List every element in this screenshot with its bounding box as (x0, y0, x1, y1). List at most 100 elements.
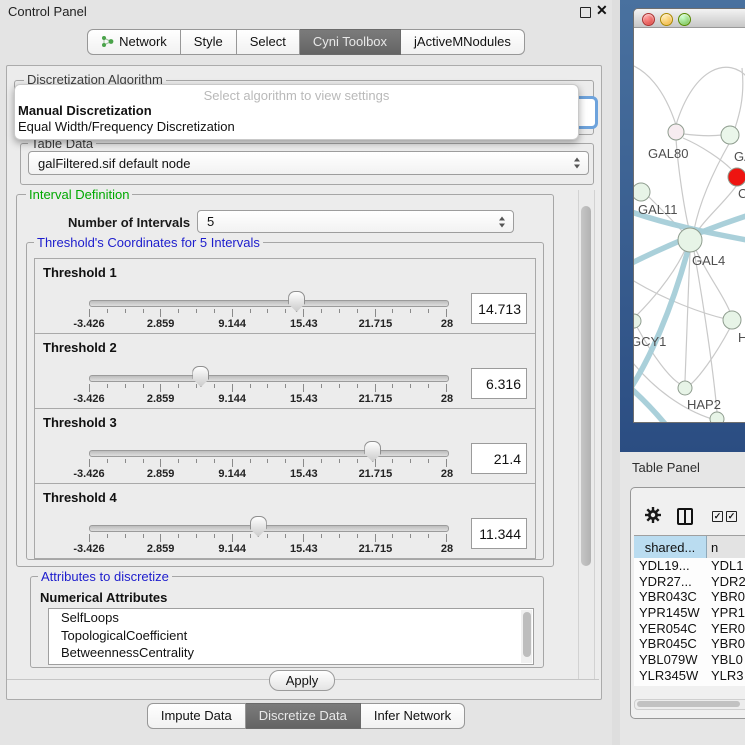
close-traffic-light-icon[interactable] (642, 13, 655, 26)
tab-label: Network (119, 34, 167, 49)
threshold-row-2: Threshold 2-3.4262.8599.14415.4321.71528 (34, 333, 536, 409)
float-window-icon[interactable] (580, 7, 591, 18)
threshold-value-field[interactable] (471, 443, 527, 474)
cell-name[interactable]: YLR3 (711, 668, 745, 684)
tab-jactivemnodules[interactable]: jActiveMNodules (401, 29, 525, 55)
attribute-item-selfloops[interactable]: SelfLoops (49, 609, 533, 627)
network-node-selected-red[interactable] (728, 168, 745, 186)
network-edge[interactable] (676, 67, 745, 125)
popup-option-manual-discretization[interactable]: Manual Discretization (18, 103, 152, 118)
table-row[interactable]: YPR145WYPR1 (634, 605, 745, 621)
close-icon[interactable]: ✕ (596, 2, 608, 19)
threshold-value-field[interactable] (471, 518, 527, 549)
tab-impute-data[interactable]: Impute Data (147, 703, 246, 729)
network-edge[interactable] (694, 142, 730, 230)
table-row[interactable]: YDR27...YDR2 (634, 574, 745, 590)
attribute-item-betweennesscentrality[interactable]: BetweennessCentrality (49, 644, 533, 662)
slider-track[interactable] (89, 450, 449, 457)
network-node-gal4[interactable] (678, 228, 702, 252)
tab-discretize-data[interactable]: Discretize Data (246, 703, 361, 729)
tick-label: 28 (441, 543, 453, 555)
table-hscrollbar-track[interactable] (634, 699, 745, 710)
network-edge-highlighted[interactable] (634, 250, 688, 392)
threshold-value-field[interactable] (471, 368, 527, 399)
network-canvas[interactable]: GAL80GACGAL11GAL4GCY1HHAP2 (634, 28, 745, 423)
tab-network[interactable]: Network (87, 29, 181, 55)
zoom-traffic-light-icon[interactable] (678, 13, 691, 26)
cell-name[interactable]: YBL0 (711, 652, 745, 668)
minimize-traffic-light-icon[interactable] (660, 13, 673, 26)
gear-icon[interactable] (644, 506, 662, 524)
tick-label: 2.859 (147, 543, 175, 555)
cell-shared-name[interactable]: YBL079W (634, 652, 711, 668)
cell-shared-name[interactable]: YER054C (634, 621, 711, 637)
attributes-scrollbar-track[interactable] (521, 610, 532, 663)
column-header-name[interactable]: n (707, 536, 745, 558)
table-row[interactable]: YER054CYER0 (634, 621, 745, 637)
table-row[interactable]: YLR345WYLR3 (634, 668, 745, 684)
attribute-item-topologicalcoefficient[interactable]: TopologicalCoefficient (49, 627, 533, 645)
table-data-combobox[interactable]: galFiltered.sif default node (28, 151, 589, 175)
interval-definition-group-title: Interval Definition (26, 187, 132, 202)
slider-track[interactable] (89, 375, 449, 382)
table-row[interactable]: YIL052CYIL0 (634, 684, 745, 687)
tick-label: -3.426 (73, 393, 104, 405)
tick-label: 21.715 (359, 393, 393, 405)
checkbox-icon-1[interactable]: ✓ (712, 511, 723, 522)
cell-shared-name[interactable]: YBR043C (634, 589, 711, 605)
threshold-value-field[interactable] (471, 293, 527, 324)
network-node-bottom-node[interactable] (710, 412, 724, 423)
tab-infer-network[interactable]: Infer Network (361, 703, 465, 729)
cell-shared-name[interactable]: YPR145W (634, 605, 711, 621)
tab-cyni-toolbox[interactable]: Cyni Toolbox (300, 29, 401, 55)
tab-select[interactable]: Select (237, 29, 300, 55)
cell-name[interactable]: YDR2 (711, 574, 745, 590)
cell-shared-name[interactable]: YDL19... (634, 558, 711, 574)
apply-button[interactable]: Apply (269, 670, 335, 691)
main-scrollbar-thumb[interactable] (581, 206, 591, 566)
column-header-shared-name[interactable]: shared... (634, 536, 707, 558)
table-row[interactable]: YBR043CYBR0 (634, 589, 745, 605)
popup-option-equal-width-frequency[interactable]: Equal Width/Frequency Discretization (18, 119, 235, 134)
tick-label: 2.859 (147, 393, 175, 405)
number-of-intervals-combobox[interactable]: 5 (197, 210, 514, 233)
network-edge[interactable] (694, 251, 717, 412)
cell-shared-name[interactable]: YLR345W (634, 668, 711, 684)
cell-name[interactable]: YIL0 (711, 684, 745, 687)
network-edge[interactable] (685, 252, 690, 381)
slider-ticks (89, 459, 447, 467)
network-view-window[interactable]: GAL80GACGAL11GAL4GCY1HHAP2 (633, 8, 745, 423)
table-row[interactable]: YBL079WYBL0 (634, 652, 745, 668)
cell-shared-name[interactable]: YDR27... (634, 574, 711, 590)
cell-shared-name[interactable]: YIL052C (634, 684, 711, 687)
attributes-scrollbar-thumb[interactable] (523, 612, 531, 657)
tab-style[interactable]: Style (181, 29, 237, 55)
main-scrollbar-track[interactable] (578, 190, 595, 679)
table-row[interactable]: YDL19...YDL1 (634, 558, 745, 574)
table-hscrollbar-thumb[interactable] (637, 701, 740, 707)
slider-track[interactable] (89, 300, 449, 307)
network-edge[interactable] (684, 134, 722, 136)
numerical-attributes-list[interactable]: SelfLoopsTopologicalCoefficientBetweenne… (48, 608, 534, 665)
checkbox-icon-2[interactable]: ✓ (726, 511, 737, 522)
cell-name[interactable]: YBR0 (711, 636, 745, 652)
table-row[interactable]: YBR045CYBR0 (634, 636, 745, 652)
network-node-gal80[interactable] (668, 124, 684, 140)
cell-name[interactable]: YPR1 (711, 605, 745, 621)
network-node-gal11[interactable] (634, 183, 650, 201)
network-node-gcy1[interactable] (634, 314, 641, 328)
table-data-selected-value: galFiltered.sif default node (38, 156, 190, 171)
cell-name[interactable]: YER0 (711, 621, 745, 637)
network-node-gal3[interactable] (721, 126, 739, 144)
network-node-hap2[interactable] (678, 381, 692, 395)
network-edge[interactable] (634, 64, 676, 125)
network-edge-highlighted[interactable] (634, 384, 666, 423)
tab-label: Cyni Toolbox (313, 34, 387, 49)
cell-name[interactable]: YBR0 (711, 589, 745, 605)
cell-shared-name[interactable]: YBR045C (634, 636, 711, 652)
network-window-titlebar[interactable] (634, 9, 745, 28)
split-columns-icon[interactable] (677, 508, 693, 525)
cell-name[interactable]: YDL1 (711, 558, 745, 574)
network-node-h-node[interactable] (723, 311, 741, 329)
slider-track[interactable] (89, 525, 449, 532)
